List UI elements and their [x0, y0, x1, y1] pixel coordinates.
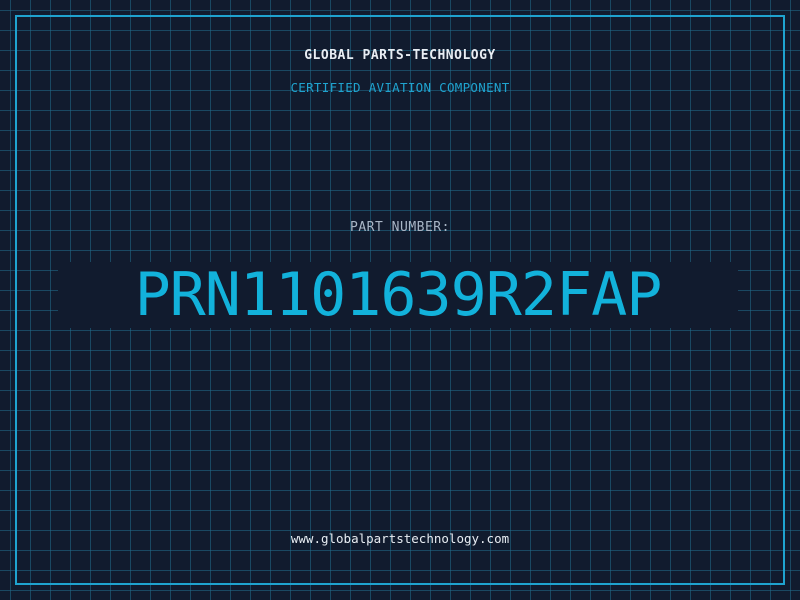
part-number-label: PART NUMBER: [350, 220, 450, 235]
part-number-panel: PRN1101639R2FAP [58, 262, 738, 328]
part-number-value: PRN1101639R2FAP [134, 260, 663, 330]
company-name: GLOBAL PARTS-TECHNOLOGY [304, 48, 496, 63]
certification-subtitle: CERTIFIED AVIATION COMPONENT [290, 80, 510, 95]
website-url: www.globalpartstechnology.com [290, 531, 510, 546]
